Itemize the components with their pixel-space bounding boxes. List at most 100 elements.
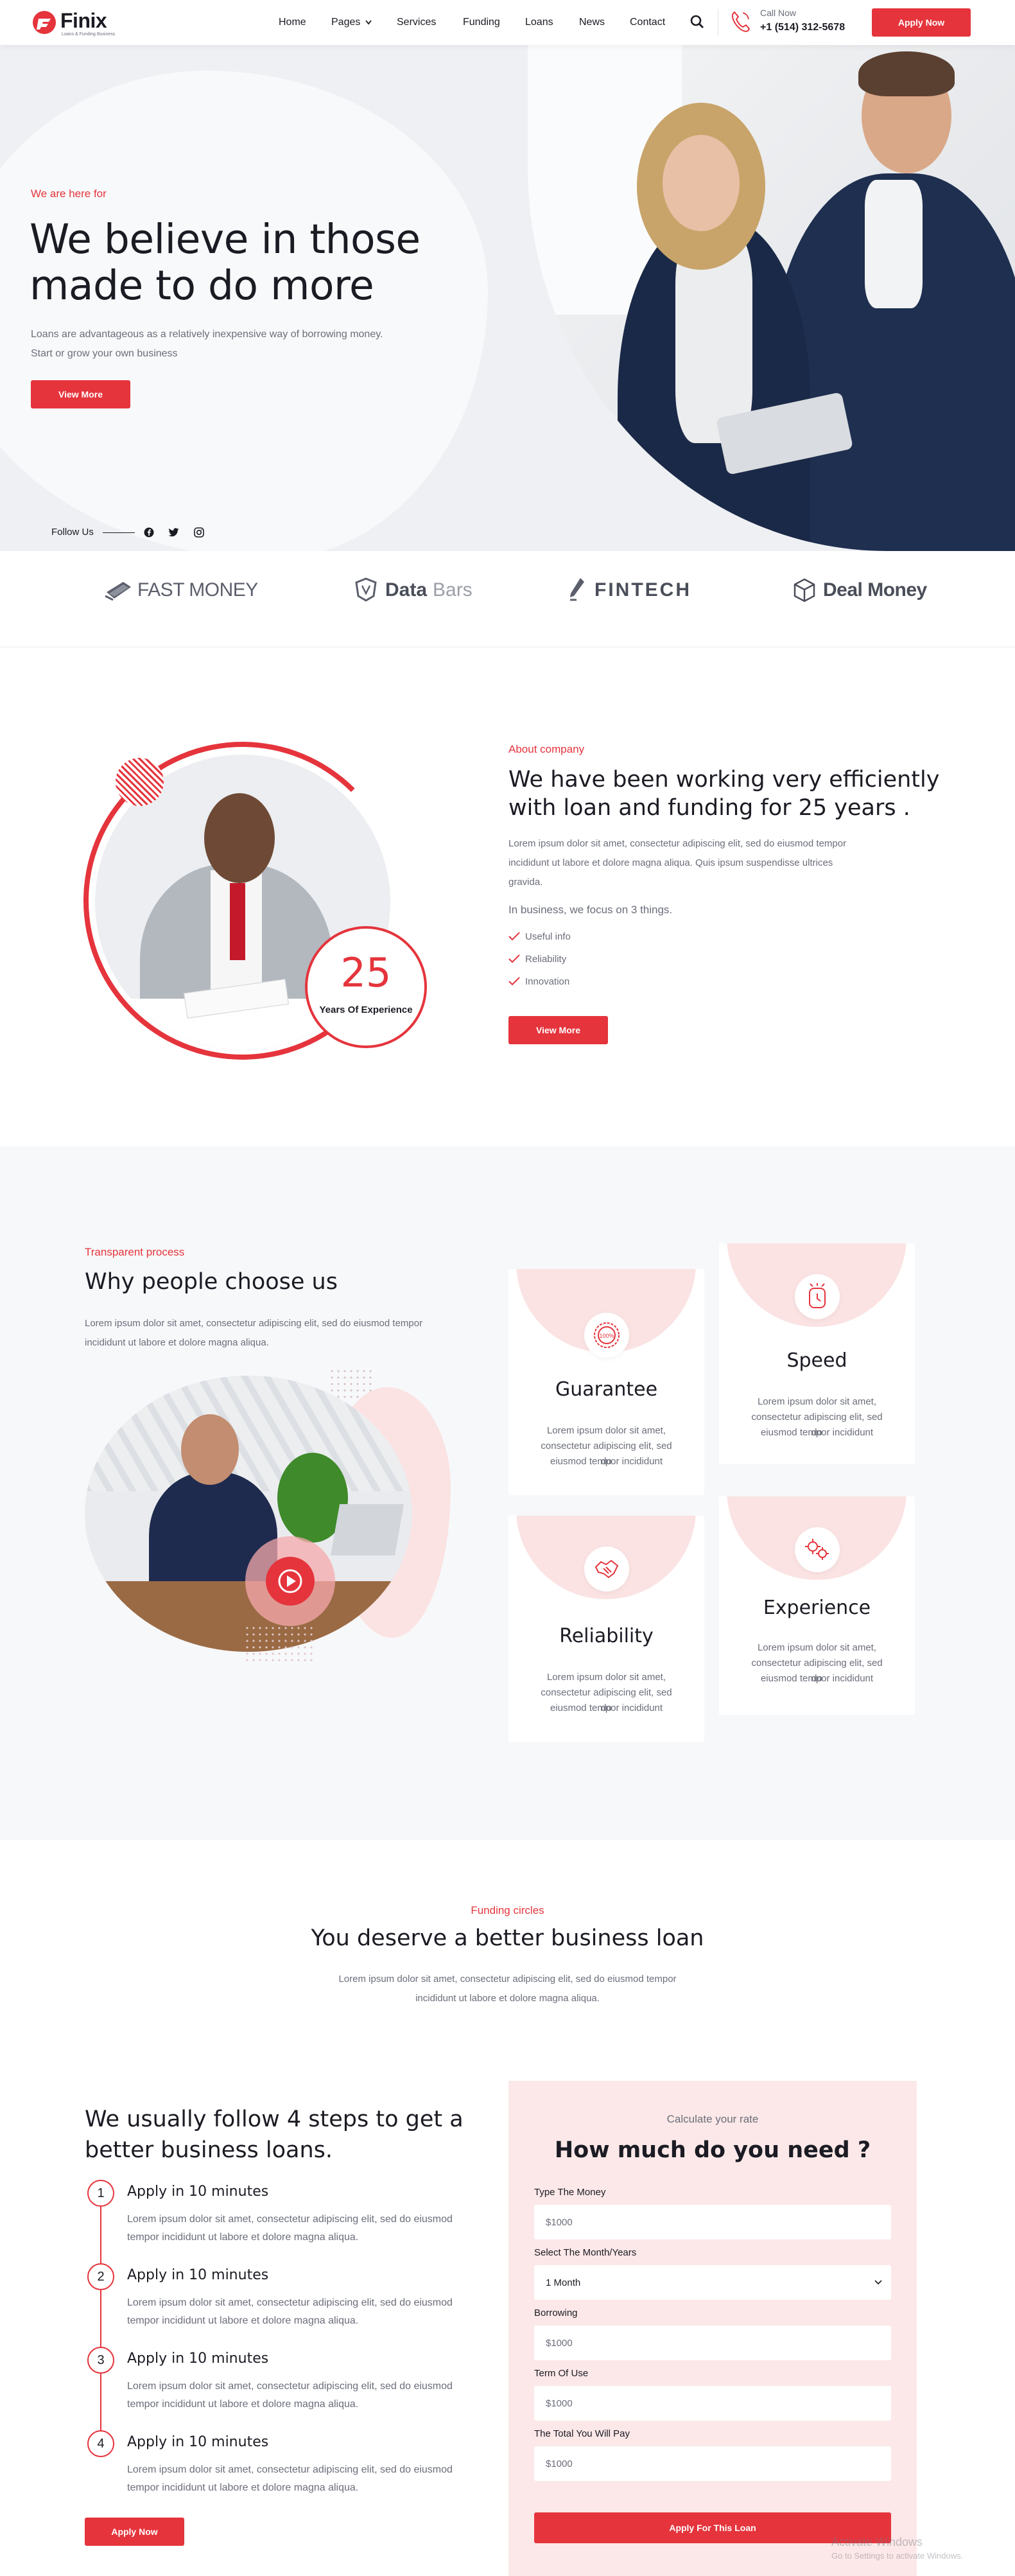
- hero-view-more-button[interactable]: View More: [31, 380, 130, 408]
- step-text: Lorem ipsum dolor sit amet, consectetur …: [127, 2381, 453, 2392]
- check-icon: [508, 954, 520, 963]
- funding-title: You deserve a better business loan: [311, 1925, 704, 1951]
- card-title: Guarantee: [555, 1378, 658, 1401]
- why-laptop: [330, 1504, 404, 1555]
- nav-services[interactable]: Services: [397, 17, 436, 28]
- phone-number[interactable]: +1 (514) 312-5678: [760, 22, 845, 33]
- play-icon: [278, 1569, 302, 1593]
- card-icon-wrap: [795, 1527, 840, 1572]
- step-number: 3: [87, 2347, 114, 2374]
- guarantee-badge-icon: 100%: [594, 1322, 620, 1348]
- borrowing-input[interactable]: $1000: [534, 2326, 891, 2360]
- shield-icon: [355, 577, 377, 602]
- play-button[interactable]: [266, 1557, 315, 1606]
- month-select[interactable]: 1 Month: [534, 2265, 891, 2300]
- search-icon[interactable]: [690, 14, 705, 30]
- facebook-icon[interactable]: [144, 527, 154, 538]
- about-desc-line1: Lorem ipsum dolor sit amet, consectetur …: [508, 838, 847, 849]
- card-title: Reliability: [559, 1625, 654, 1647]
- step-number: 4: [87, 2430, 114, 2457]
- why-hex-wall: [85, 1376, 412, 1491]
- hero-person-woman-face: [663, 135, 740, 231]
- twitter-icon[interactable]: [168, 528, 179, 537]
- feature-card-guarantee[interactable]: 100% Guarantee Lorem ipsum dolor sit ame…: [508, 1269, 704, 1495]
- steps-title-line2: better business loans.: [85, 2137, 333, 2163]
- svg-text:100%: 100%: [599, 1333, 614, 1339]
- card-line: Lorem ipsum dolor sit amet,: [757, 1396, 877, 1407]
- about-view-more-button[interactable]: View More: [508, 1016, 608, 1044]
- why-image: [85, 1368, 457, 1663]
- hero-title-line1: We believe in those: [30, 216, 421, 263]
- card-line: eiusmod tempor incididunt: [550, 1456, 663, 1467]
- calculator-title: How much do you need ?: [554, 2137, 871, 2163]
- why-desc-line2: incididunt ut labore et dolore magna ali…: [85, 1337, 269, 1348]
- hero-person-man-hair: [858, 51, 955, 96]
- about-check-item: Innovation: [525, 976, 570, 987]
- step-title: Apply in 10 minutes: [127, 2351, 269, 2367]
- steps-apply-button[interactable]: Apply Now: [85, 2518, 184, 2546]
- about-desc-line3: gravida.: [508, 877, 543, 888]
- step-text: Lorem ipsum dolor sit amet, consectetur …: [127, 2464, 453, 2475]
- nav-loans[interactable]: Loans: [525, 17, 553, 28]
- feature-card-speed[interactable]: Speed Lorem ipsum dolor sit amet, consec…: [719, 1243, 915, 1464]
- nav-pages[interactable]: Pages: [331, 17, 360, 28]
- about-eyebrow: About company: [508, 743, 585, 755]
- about-image: 25 Years Of Experience: [83, 742, 430, 1063]
- total-pay-input[interactable]: $1000: [534, 2446, 891, 2481]
- step-text: Lorem ipsum dolor sit amet, consectetur …: [127, 2297, 453, 2308]
- partner-deal-money[interactable]: Deal Money: [823, 579, 927, 601]
- field-label: The Total You Will Pay: [534, 2428, 630, 2439]
- chevron-down-icon: [365, 20, 372, 25]
- about-title-line2: with loan and funding for 25 years .: [508, 795, 910, 821]
- nav-contact[interactable]: Contact: [630, 17, 665, 28]
- brand-name: Finix: [60, 9, 107, 32]
- step-number: 1: [87, 2180, 114, 2207]
- field-label: Term Of Use: [534, 2368, 589, 2379]
- gears-icon: [805, 1539, 829, 1560]
- why-photo-circle: [85, 1376, 412, 1652]
- partner-data-bars-1[interactable]: Data: [385, 579, 427, 601]
- card-line: Lorem ipsum dolor sit amet,: [546, 1672, 666, 1683]
- month-select-value: 1 Month: [546, 2277, 581, 2288]
- step-text: tempor incididunt ut labore et dolore ma…: [127, 2232, 359, 2243]
- check-icon: [508, 977, 520, 986]
- why-dotted-pattern-bottom: [244, 1625, 315, 1663]
- card-line: eiusmod tempor incididunt: [760, 1673, 874, 1684]
- hero-blob-shape: [0, 71, 488, 551]
- check-icon: [508, 932, 520, 941]
- about-focus-text: In business, we focus on 3 things.: [508, 904, 673, 916]
- step-title: Apply in 10 minutes: [127, 2434, 269, 2450]
- step-title: Apply in 10 minutes: [127, 2184, 269, 2200]
- why-desc-line1: Lorem ipsum dolor sit amet, consectetur …: [85, 1318, 423, 1329]
- feature-card-experience[interactable]: Experience Lorem ipsum dolor sit amet, c…: [719, 1496, 915, 1715]
- windows-watermark-line2: Go to Settings to activate Windows.: [831, 2551, 964, 2561]
- follow-us-line: [103, 532, 135, 533]
- experience-badge: 25 Years Of Experience: [305, 926, 427, 1048]
- funding-desc-line2: incididunt ut labore et dolore magna ali…: [415, 1993, 600, 2004]
- nav-news[interactable]: News: [579, 17, 605, 28]
- partner-data-bars-2[interactable]: Bars: [433, 579, 473, 601]
- steps-timeline-line: [100, 2196, 101, 2447]
- step-text: tempor incididunt ut labore et dolore ma…: [127, 2315, 359, 2326]
- windows-watermark-line1: Activate Windows: [831, 2536, 923, 2548]
- about-person-head: [204, 793, 275, 883]
- nav-home[interactable]: Home: [279, 17, 306, 28]
- nav-funding[interactable]: Funding: [463, 17, 500, 28]
- term-input[interactable]: $1000: [534, 2386, 891, 2421]
- hero-title-line2: made to do more: [30, 262, 374, 309]
- why-eyebrow: Transparent process: [85, 1246, 185, 1258]
- header-apply-button[interactable]: Apply Now: [872, 8, 971, 37]
- calculator-eyebrow: Calculate your rate: [666, 2113, 759, 2125]
- phone-icon: [731, 11, 750, 32]
- funding-eyebrow: Funding circles: [471, 1904, 544, 1916]
- brand-logo[interactable]: Finix Loans & Funding Business: [31, 9, 127, 37]
- finix-logo-icon: [33, 11, 56, 34]
- about-check-item: Useful info: [525, 931, 571, 942]
- money-input[interactable]: $1000: [534, 2205, 891, 2239]
- instagram-icon[interactable]: [194, 527, 204, 538]
- partner-fintech[interactable]: FINTECH: [594, 579, 691, 601]
- partner-fast-money[interactable]: FAST MONEY: [137, 579, 258, 601]
- feature-card-reliability[interactable]: Reliability Lorem ipsum dolor sit amet, …: [508, 1516, 704, 1742]
- steps-title-line1: We usually follow 4 steps to get a: [85, 2107, 464, 2132]
- field-label: Borrowing: [534, 2308, 578, 2318]
